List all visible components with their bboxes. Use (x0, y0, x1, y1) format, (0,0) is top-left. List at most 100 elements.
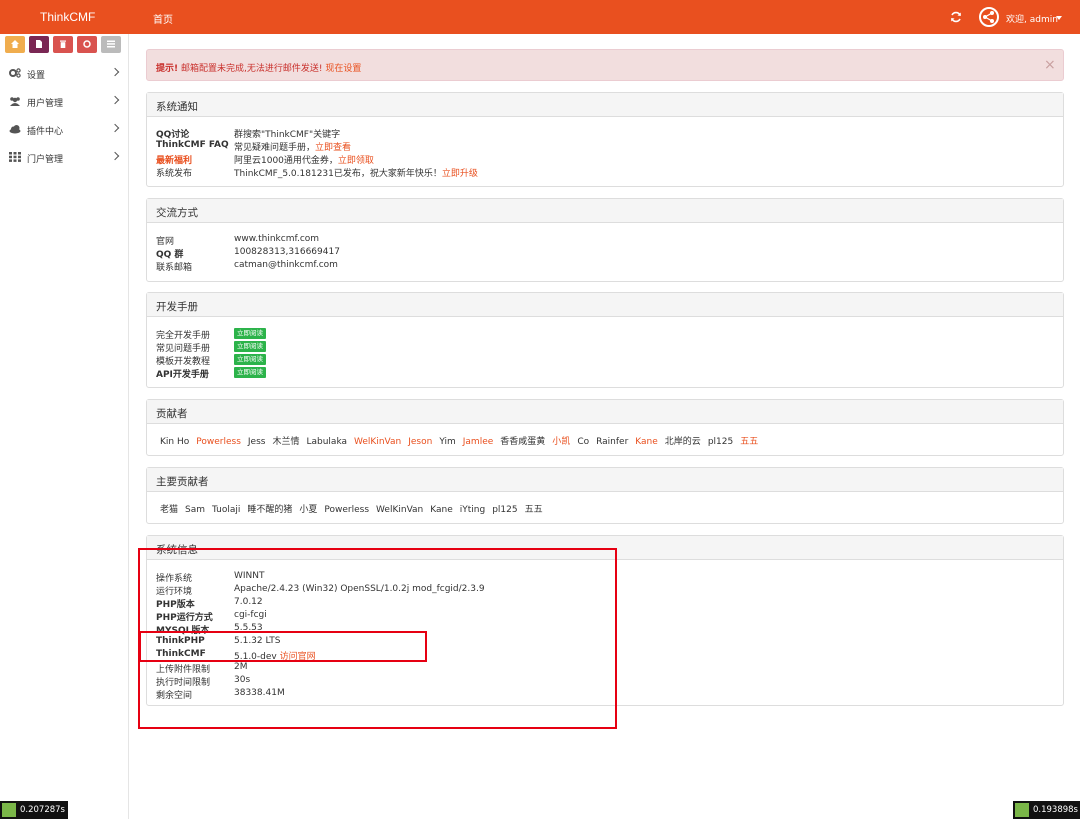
chevron-right-icon (110, 67, 120, 77)
row-value-text: ThinkCMF_5.0.181231已发布，祝大家新年快乐！ (234, 169, 442, 179)
share-icon (983, 11, 994, 23)
read-now-button[interactable]: 立即阅读 (234, 354, 266, 365)
brand-logo[interactable]: ThinkCMF (40, 10, 95, 24)
panel-heading: 主要贡献者 (147, 468, 1063, 492)
contributor-name[interactable]: 五五 (740, 437, 758, 447)
annotation-box-version (139, 631, 427, 662)
sidebar-item-users[interactable]: 用户管理 (0, 87, 128, 115)
refresh-icon[interactable] (950, 11, 962, 23)
panel-main-contributors: 主要贡献者 老猫 Sam Tuolaji 睡不醒的猪 小夏 Powerless WelKin… (146, 467, 1064, 524)
row-key: 官网 (156, 237, 175, 247)
email-config-alert: 提示! 邮箱配置未完成,无法进行邮件发送! 现在设置 × (146, 49, 1064, 81)
row-key: QQ讨论 (156, 130, 190, 140)
panel-heading: 交流方式 (147, 199, 1063, 223)
contributor-name[interactable]: Kane (635, 437, 658, 447)
contributor-list: Kin Ho Powerless Jess 木兰情 Labulaka WelKinVan J… (160, 434, 765, 447)
user-avatar[interactable] (979, 7, 999, 27)
main-contributor-name: 老猫 (160, 505, 179, 515)
panel-contributors: 贡献者 Kin Ho Powerless Jess 木兰情 Labulaka WelKin… (146, 399, 1064, 456)
chevron-right-icon (110, 151, 120, 161)
shortcut-recycle-button[interactable] (77, 36, 97, 53)
sidebar-item-label: 用户管理 (27, 99, 64, 109)
contributor-name[interactable]: 小凯 (552, 437, 570, 447)
upgrade-link[interactable]: 立即升级 (442, 169, 478, 179)
coupon-link[interactable]: 立即领取 (338, 156, 374, 166)
alert-settings-link[interactable]: 现在设置 (325, 64, 361, 74)
row-key: 系统发布 (156, 169, 193, 179)
cloud-icon (9, 125, 21, 134)
shortcut-trash-button[interactable] (53, 36, 73, 53)
home-icon (11, 40, 19, 48)
panel-heading: 系统通知 (147, 93, 1063, 117)
contributor-name[interactable]: Jamlee (463, 437, 494, 447)
close-icon[interactable]: × (1044, 57, 1056, 73)
gears-icon (9, 68, 21, 78)
contributor-name: Kin Ho (160, 437, 190, 447)
row-value: catman@thinkcmf.com (234, 260, 338, 270)
contributor-name: 木兰情 (272, 437, 300, 447)
read-now-button[interactable]: 立即阅读 (234, 367, 266, 378)
panel-title: 主要贡献者 (156, 476, 209, 488)
alert-text: 提示! 邮箱配置未完成,无法进行邮件发送! 现在设置 (156, 61, 361, 74)
main-contributor-name: Powerless (324, 505, 370, 515)
read-now-button[interactable]: 立即阅读 (234, 341, 266, 352)
sidebar-item-label: 插件中心 (27, 127, 64, 137)
main-contributor-name: Sam (185, 505, 206, 515)
main-contributor-name: pl125 (492, 505, 518, 515)
faq-link[interactable]: 立即查看 (315, 143, 351, 153)
row-key: 模板开发教程 (156, 357, 211, 367)
main-contributor-name: iYting (459, 505, 486, 515)
row-key: 最新福利 (156, 156, 193, 166)
row-key: API开发手册 (156, 370, 209, 380)
debug-timer-right[interactable]: 0.193898s (1013, 801, 1080, 819)
user-menu-toggle[interactable]: 欢迎, admin (1006, 12, 1058, 25)
row-value: 常见疑难问题手册，立即查看 (234, 140, 351, 153)
main-contributor-list: 老猫 Sam Tuolaji 睡不醒的猪 小夏 Powerless WelKinVan Kan… (160, 502, 550, 515)
sidebar-item-label: 设置 (27, 71, 46, 81)
main-contributor-name: Kane (430, 505, 453, 515)
thinkphp-logo-icon (2, 803, 16, 817)
timer-value: 0.207287s (20, 805, 65, 815)
row-value: 100828313,316669417 (234, 247, 340, 257)
contributor-name: Jess (247, 437, 266, 447)
thinkphp-logo-icon (1015, 803, 1029, 817)
trash-icon (60, 40, 66, 48)
sidebar-item-label: 门户管理 (27, 155, 64, 165)
contributor-name: Rainfer (596, 437, 629, 447)
sidebar: 设置 用户管理 插件中心 门户管理 (0, 34, 129, 819)
website-link[interactable]: www.thinkcmf.com (234, 234, 319, 244)
shortcut-home-button[interactable] (5, 36, 25, 53)
row-value-text: 常见疑难问题手册， (234, 143, 316, 153)
row-value: 阿里云1000通用代金券，立即领取 (234, 153, 374, 166)
sidebar-item-plugins[interactable]: 插件中心 (0, 115, 128, 143)
chevron-right-icon (110, 95, 120, 105)
contributor-name[interactable]: Jeson (408, 437, 432, 447)
panel-contact: 交流方式 官网 www.thinkcmf.com QQ 群 100828313,… (146, 198, 1064, 282)
users-icon (10, 97, 20, 106)
shortcut-file-button[interactable] (29, 36, 49, 53)
contributor-name[interactable]: Powerless (196, 437, 241, 447)
alert-message: 邮箱配置未完成,无法进行邮件发送! (178, 64, 326, 74)
nav-home-link[interactable]: 首页 (153, 11, 173, 26)
contributor-name: 北岸的云 (664, 437, 701, 447)
contributor-name: pl125 (707, 437, 734, 447)
panel-title: 贡献者 (156, 408, 188, 420)
main-contributor-name: 小夏 (299, 505, 318, 515)
sidebar-item-portal[interactable]: 门户管理 (0, 143, 128, 171)
file-icon (36, 40, 42, 48)
debug-timer-left[interactable]: 0.207287s (0, 801, 68, 819)
row-key: 完全开发手册 (156, 331, 211, 341)
panel-heading: 贡献者 (147, 400, 1063, 424)
panel-system-notice: 系统通知 QQ讨论 群搜索"ThinkCMF"关键字 ThinkCMF FAQ … (146, 92, 1064, 187)
row-value: ThinkCMF_5.0.181231已发布，祝大家新年快乐！立即升级 (234, 166, 478, 179)
main-contributor-name: 睡不醒的猪 (247, 505, 293, 515)
main-contributor-name: WelKinVan (376, 505, 424, 515)
read-now-button[interactable]: 立即阅读 (234, 328, 266, 339)
timer-value: 0.193898s (1033, 805, 1078, 815)
panel-dev-manual: 开发手册 完全开发手册 立即阅读 常见问题手册 立即阅读 模板开发教程 立即阅读… (146, 292, 1064, 388)
row-value-text: 阿里云1000通用代金券， (234, 156, 338, 166)
contributor-name[interactable]: WelKinVan (354, 437, 401, 447)
caret-down-icon[interactable] (1056, 16, 1062, 20)
sidebar-item-settings[interactable]: 设置 (0, 59, 128, 87)
shortcut-list-button[interactable] (101, 36, 121, 53)
